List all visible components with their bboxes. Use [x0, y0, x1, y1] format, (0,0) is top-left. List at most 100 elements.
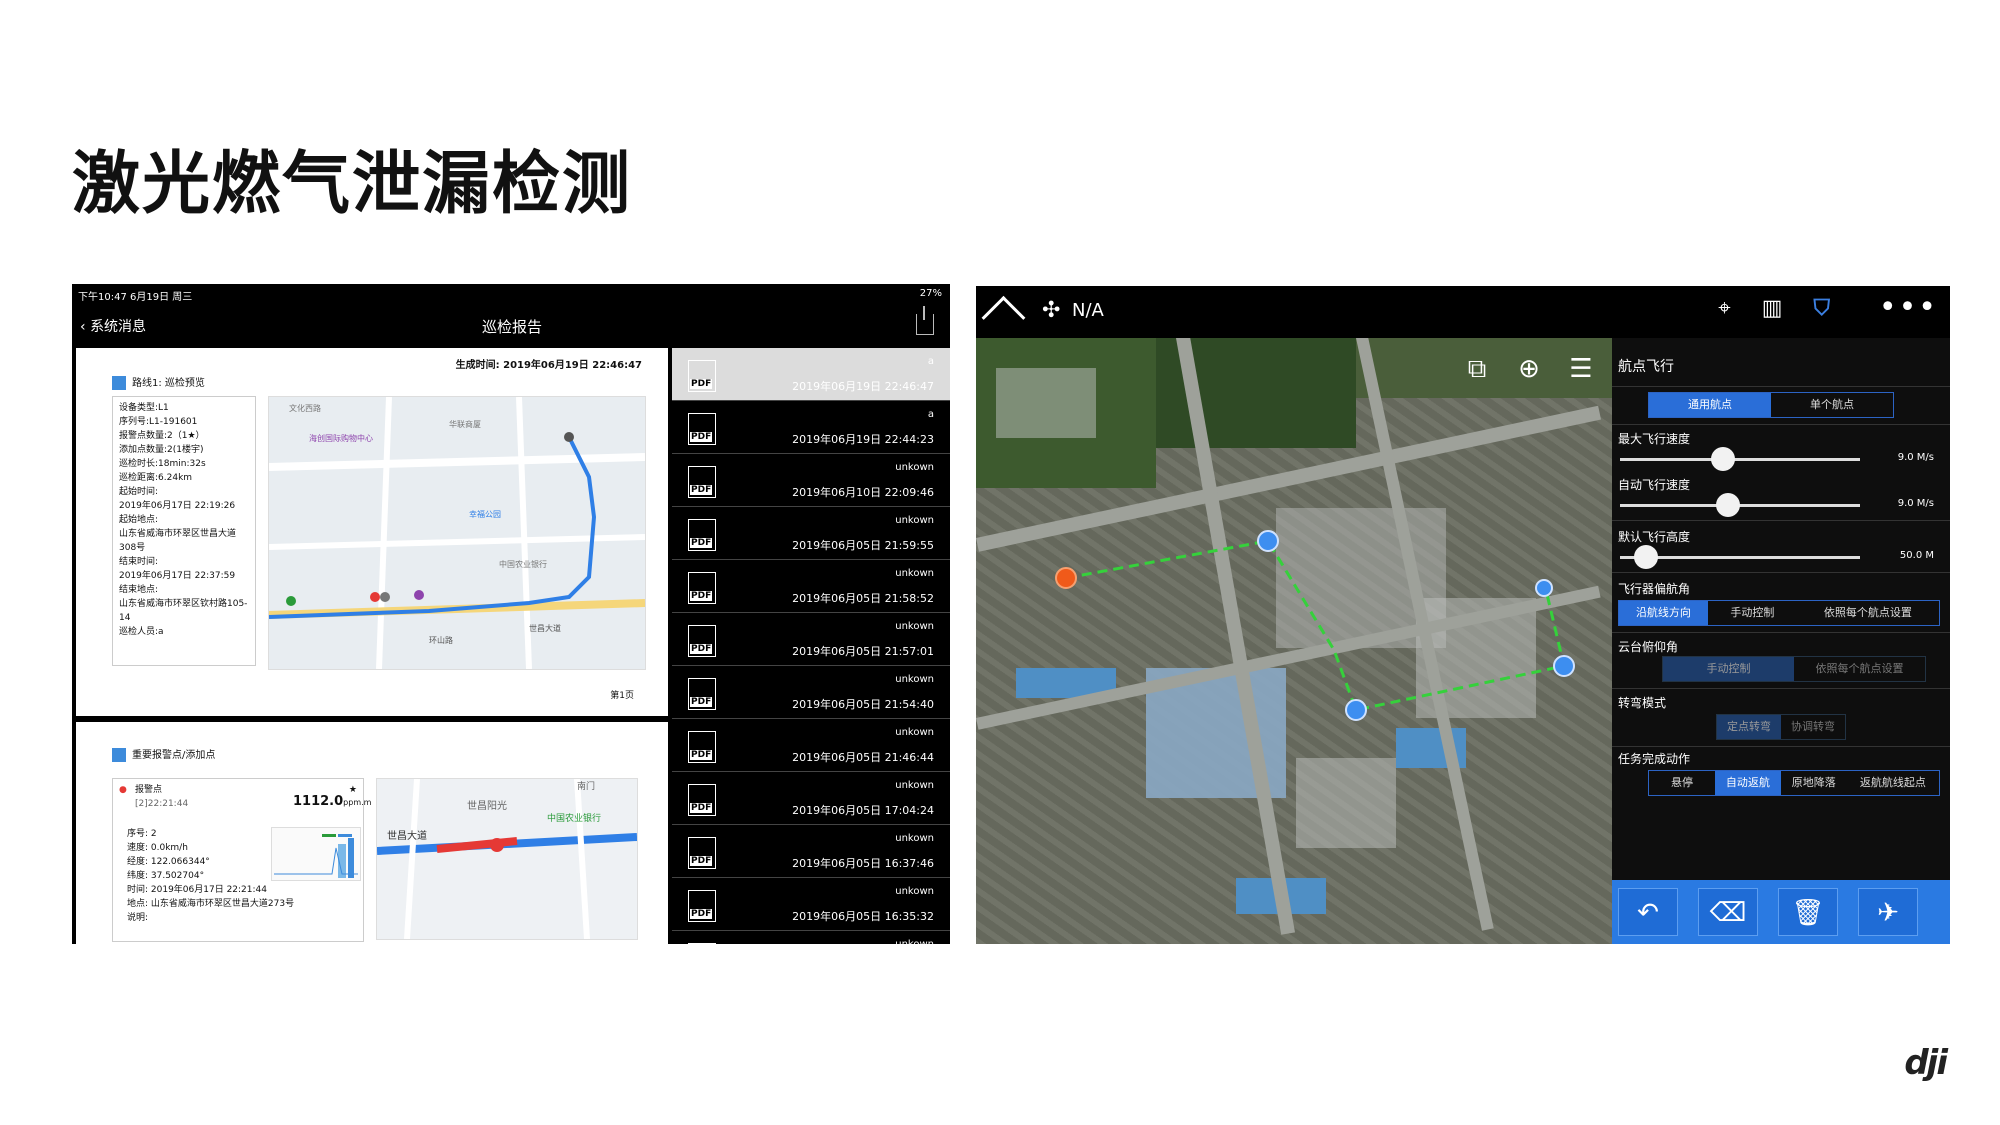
page-number: 第1页: [610, 691, 634, 701]
start-place: 山东省威海市环翠区世昌大道308号: [119, 529, 237, 553]
waypoint[interactable]: [1257, 530, 1279, 552]
eraser-button[interactable]: ⌫: [1698, 888, 1758, 936]
back-label: 系统消息: [90, 319, 147, 335]
map-label: 中国农业银行: [547, 812, 601, 824]
back-button[interactable]: ‹ 系统消息: [80, 316, 146, 336]
max-speed-slider[interactable]: [1620, 447, 1860, 471]
undo-button[interactable]: ↶: [1618, 888, 1678, 936]
tab-heading-per-waypoint[interactable]: 依照每个航点设置: [1797, 601, 1939, 625]
drone-app-screenshot: ✣ N/A ⌖ ▥ ⛉ ••• ⧉ ⊕ ☰ 航点飞行 通用航点 单个航点 最大飞…: [976, 286, 1950, 944]
map-label: 中国农业银行: [499, 559, 547, 569]
map-label: 环山路: [429, 635, 453, 645]
slider-knob[interactable]: [1711, 447, 1736, 471]
satellite-map[interactable]: ⧉ ⊕ ☰: [976, 338, 1612, 944]
slider-knob[interactable]: [1634, 545, 1659, 569]
tab-finish-rth[interactable]: 自动返航: [1714, 771, 1781, 795]
tab-heading-manual[interactable]: 手动控制: [1708, 601, 1797, 625]
pdf-icon-label: PDF: [690, 856, 713, 866]
delete-button[interactable]: 🗑: [1778, 888, 1838, 936]
tab-general-waypoint[interactable]: 通用航点: [1649, 393, 1771, 417]
pdf-item-name: a: [927, 409, 934, 420]
end-place-label: 结束地点:: [119, 585, 159, 595]
waypoint[interactable]: [1345, 699, 1367, 721]
pdf-file-icon: PDF: [688, 625, 716, 657]
pdf-list-item[interactable]: PDF unkown 2019年06月05日 21:57:01: [672, 613, 950, 666]
route-section-header: 路线1: 巡检预览: [112, 374, 205, 390]
gimbal-label: 云台俯仰角: [1618, 640, 1679, 654]
pdf-list-item[interactable]: PDF unkown: [672, 931, 950, 944]
start-time: 2019年06月17日 22:19:26: [119, 501, 236, 511]
gimbal-tabs: 手动控制 依照每个航点设置: [1662, 656, 1926, 682]
flight-assist-icon[interactable]: ⛉: [1813, 296, 1830, 321]
report-page-1: 生成时间: 2019年06月19日 22:46:47 路线1: 巡检预览 设备类…: [76, 348, 668, 716]
battery-status: 27%: [919, 288, 942, 299]
alarm-box: ● 报警点 [2]22:21:44 1112.0ppm.m ★ 序号: 2 速度…: [112, 778, 371, 942]
tab-finish-hover[interactable]: 悬停: [1649, 771, 1715, 795]
signal-icons: ⌖ ▥ ⛉: [1694, 296, 1830, 321]
pdf-list-item[interactable]: PDF unkown 2019年06月05日 21:58:52: [672, 560, 950, 613]
max-speed-value: 9.0 M/s: [1897, 452, 1934, 463]
mode-tabs: 通用航点 单个航点: [1648, 392, 1894, 418]
auto-speed-slider[interactable]: [1620, 493, 1860, 517]
serial: 序列号:L1-191601: [119, 417, 198, 427]
pdf-item-name: unkown: [895, 939, 934, 944]
pdf-item-date: 2019年06月05日 21:59:55: [792, 539, 934, 552]
tab-gimbal-manual[interactable]: 手动控制: [1663, 657, 1794, 681]
alarm-map-graphic: 世昌阳光 中国农业银行 世昌大道 南门: [377, 779, 637, 939]
pdf-list-item[interactable]: PDF unkown 2019年06月10日 22:09:46: [672, 454, 950, 507]
tab-single-waypoint[interactable]: 单个航点: [1771, 393, 1893, 417]
pdf-icon-label: PDF: [690, 485, 713, 495]
pdf-icon-label: PDF: [690, 432, 713, 442]
map-label: 华联商厦: [449, 419, 481, 429]
pdf-list-item[interactable]: PDF unkown 2019年06月05日 17:04:24: [672, 772, 950, 825]
pdf-list-item[interactable]: PDF unkown 2019年06月05日 21:54:40: [672, 666, 950, 719]
alarm-place: 地点: 山东省威海市环翠区世昌大道273号: [127, 899, 295, 909]
pdf-item-name: unkown: [895, 515, 934, 526]
pdf-item-date: 2019年06月05日 21:58:52: [792, 592, 934, 605]
alarm-map[interactable]: 世昌阳光 中国农业银行 世昌大道 南门: [376, 778, 638, 940]
slider-knob[interactable]: [1716, 493, 1740, 517]
more-icon[interactable]: •••: [1879, 290, 1938, 325]
pdf-list-item[interactable]: PDF unkown 2019年06月05日 16:35:32: [672, 878, 950, 931]
pdf-item-name: unkown: [895, 568, 934, 579]
route-map[interactable]: 文化西路 海创国际购物中心 华联商厦 中国农业银行 世昌大道 环山路 幸福公园: [268, 396, 646, 670]
end-place: 山东省威海市环翠区钦村路105-14: [119, 599, 248, 623]
pdf-list-item[interactable]: PDF unkown 2019年06月05日 16:37:46: [672, 825, 950, 878]
tab-gimbal-per-waypoint[interactable]: 依照每个航点设置: [1794, 657, 1925, 681]
pdf-file-icon: PDF: [688, 572, 716, 604]
altitude-label: 默认飞行高度: [1618, 530, 1691, 544]
home-icon[interactable]: [982, 294, 1022, 330]
alarm-name: 报警点: [135, 785, 163, 795]
alarm-section-label: 重要报警点/添加点: [132, 750, 216, 761]
pdf-list-item[interactable]: PDF a 2019年06月19日 22:44:23: [672, 401, 950, 454]
alarm-time-code: [2]22:21:44: [135, 799, 189, 809]
home-point-icon[interactable]: [1535, 579, 1553, 597]
pdf-list-item[interactable]: PDF unkown 2019年06月05日 21:46:44: [672, 719, 950, 772]
altitude-slider[interactable]: [1620, 545, 1860, 569]
map-label: 南门: [577, 780, 595, 792]
tab-heading-route[interactable]: 沿航线方向: [1619, 601, 1708, 625]
pdf-item-name: a: [927, 356, 934, 367]
takeoff-button[interactable]: ✈: [1858, 888, 1918, 936]
pdf-item-name: unkown: [895, 886, 934, 897]
locate-icon[interactable]: ⊕: [1512, 352, 1546, 386]
share-icon[interactable]: [916, 306, 934, 335]
heading-label: 飞行器偏航角: [1618, 582, 1691, 596]
settings-sliders-icon[interactable]: ☰: [1564, 352, 1598, 386]
tab-finish-route-start[interactable]: 返航航线起点: [1847, 771, 1939, 795]
end-time: 2019年06月17日 22:37:59: [119, 571, 236, 581]
pdf-list-item[interactable]: PDF unkown 2019年06月05日 21:59:55: [672, 507, 950, 560]
map-layer-icon[interactable]: ⧉: [1460, 352, 1494, 386]
waypoint-start[interactable]: [1055, 567, 1077, 589]
tab-finish-land[interactable]: 原地降落: [1781, 771, 1847, 795]
waypoint[interactable]: [1553, 655, 1575, 677]
pdf-list-item[interactable]: PDF a 2019年06月19日 22:46:47: [672, 348, 950, 401]
tab-turn-fixed[interactable]: 定点转弯: [1717, 715, 1781, 739]
alarm-speed: 速度: 0.0km/h: [127, 843, 188, 853]
tab-turn-coordinated[interactable]: 协调转弯: [1781, 715, 1845, 739]
pdf-item-date: 2019年06月05日 16:37:46: [792, 857, 934, 870]
max-speed-label: 最大飞行速度: [1618, 432, 1691, 446]
pdf-item-date: 2019年06月05日 21:54:40: [792, 698, 934, 711]
section-marker-icon: [112, 748, 126, 762]
status-time: 下午10:47 6月19日 周三: [78, 292, 193, 303]
